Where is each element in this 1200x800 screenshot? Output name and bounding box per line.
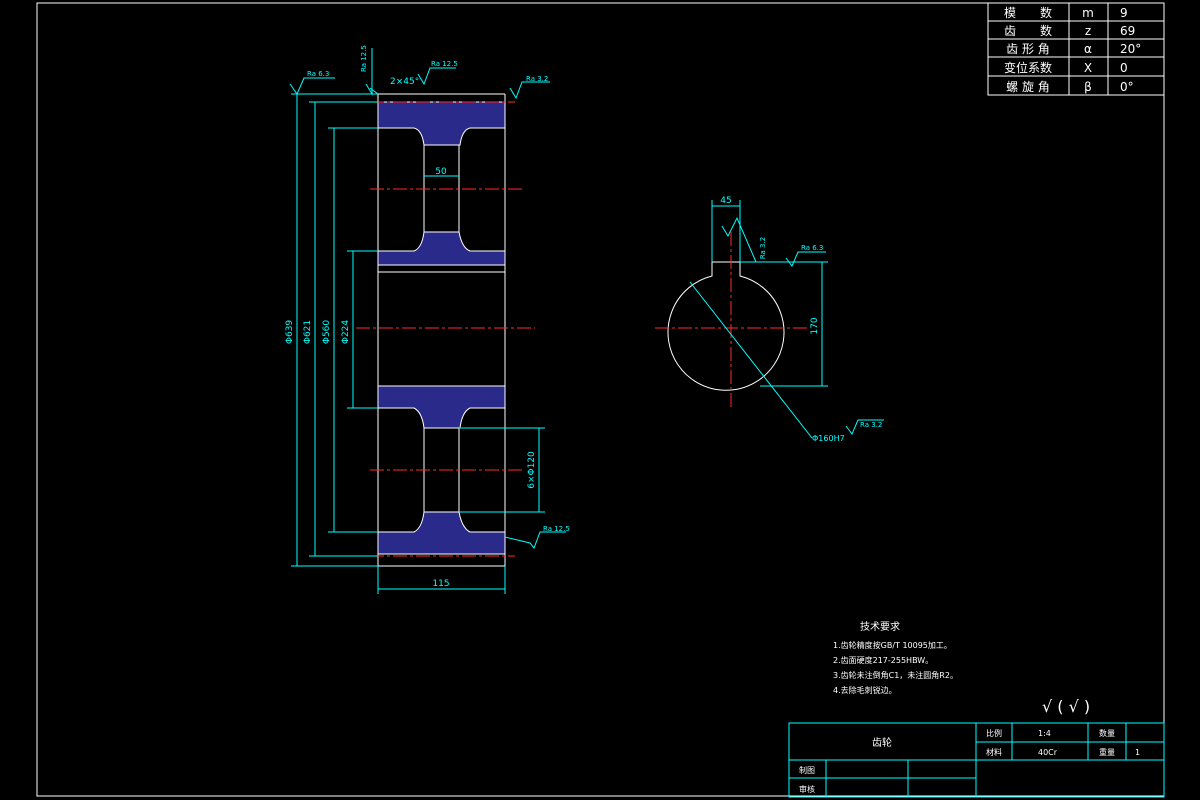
dim-lightening-holes: 6×Φ120	[527, 451, 537, 489]
notes-title: 技术要求	[860, 620, 900, 633]
section-hatch-hub-bottom	[377, 385, 506, 429]
section-dimensions: Φ639 Φ621 Φ560 Φ224 50 115 6×Φ120 2×45°	[285, 77, 545, 594]
gear-row-symbol: β	[1084, 80, 1092, 94]
qty-label: 数量	[1099, 728, 1115, 738]
gear-row-name: 齿 形 角	[1006, 42, 1050, 56]
dim-ref-diameter: Φ621	[303, 320, 313, 344]
scale-label: 比例	[986, 728, 1002, 738]
note-item: 3.齿轮未注倒角C1，未注圆角R2。	[833, 670, 958, 680]
gear-row-name: 齿 数	[1004, 23, 1052, 38]
dim-keyway-width: 45	[720, 196, 731, 206]
dim-hub-diameter: Φ224	[341, 320, 351, 345]
gear-row-name: 螺 旋 角	[1006, 80, 1050, 94]
roughness-label: Ra 6.3	[307, 70, 329, 78]
gear-row-symbol: z	[1085, 24, 1091, 38]
roughness-label: Ra 12.5	[431, 60, 458, 68]
note-item: 4.去除毛刺锐边。	[833, 685, 897, 695]
gear-row-value: 20°	[1120, 42, 1141, 56]
roughness-label: Ra 3.2	[759, 237, 767, 259]
roughness-label: Ra 3.2	[526, 75, 548, 83]
technical-requirements: 技术要求 1.齿轮精度按GB/T 10095加工。 2.齿面硬度217-255H…	[833, 620, 958, 695]
draw-label: 制图	[799, 765, 815, 775]
gear-row-value: 0	[1120, 61, 1128, 75]
section-hatch-rim-top	[377, 101, 506, 146]
dim-bore-diameter: Φ160H7	[812, 434, 845, 443]
gear-row-symbol: α	[1084, 42, 1092, 56]
title-block: 齿轮 比例 1:4 数量 材料 40Cr 重量 1 制图 审核	[788, 722, 1165, 798]
gear-row-symbol: m	[1082, 6, 1094, 20]
dim-tip-diameter: Φ639	[285, 320, 295, 345]
bore-with-keyway	[667, 261, 785, 391]
check-label: 审核	[799, 784, 815, 794]
gear-parameter-table: 模 数 m 9 齿 数 z 69 齿 形 角 α 20° 变位系数 X 0 螺 …	[987, 2, 1165, 96]
section-hatch-rim-bottom	[377, 511, 506, 555]
dim-web-thickness: 50	[435, 167, 447, 177]
gear-row-value: 9	[1120, 6, 1128, 20]
section-hatch-hub-top	[377, 231, 506, 266]
hub-end-view: 45 Ra 3.2 Ra 6.3 170 Φ160H7 Ra 3.2	[655, 196, 884, 443]
dim-face-width: 115	[432, 579, 449, 589]
dim-rim-diameter: Φ560	[322, 320, 332, 345]
drawing-frame	[36, 2, 1165, 797]
gear-row-value: 0°	[1120, 80, 1134, 94]
general-finish-mark: √ ( √ )	[1042, 697, 1090, 716]
weight-label: 重量	[1099, 747, 1115, 757]
roughness-label: Ra 6.3	[801, 244, 823, 252]
gear-row-name: 模 数	[1004, 5, 1052, 20]
gear-section-view	[356, 93, 535, 567]
material-label: 材料	[986, 747, 1002, 757]
part-name: 齿轮	[872, 736, 892, 749]
gear-row-name: 变位系数	[1004, 60, 1052, 75]
gear-row-symbol: X	[1084, 61, 1092, 75]
dim-keyway-depth: 170	[810, 317, 820, 334]
scale-value: 1:4	[1038, 729, 1051, 738]
dim-chamfer: 2×45°	[390, 77, 419, 87]
gear-row-value: 69	[1120, 24, 1135, 38]
cad-drawing: 模 数 m 9 齿 数 z 69 齿 形 角 α 20° 变位系数 X 0 螺 …	[36, 2, 1165, 798]
material-value: 40Cr	[1038, 748, 1058, 757]
roughness-label: Ra 12.5	[543, 525, 570, 533]
roughness-label: Ra 12.5	[360, 45, 368, 72]
roughness-label: Ra 3.2	[860, 421, 882, 429]
weight-value: 1	[1135, 748, 1140, 757]
note-item: 2.齿面硬度217-255HBW。	[833, 655, 933, 665]
note-item: 1.齿轮精度按GB/T 10095加工。	[833, 640, 952, 650]
